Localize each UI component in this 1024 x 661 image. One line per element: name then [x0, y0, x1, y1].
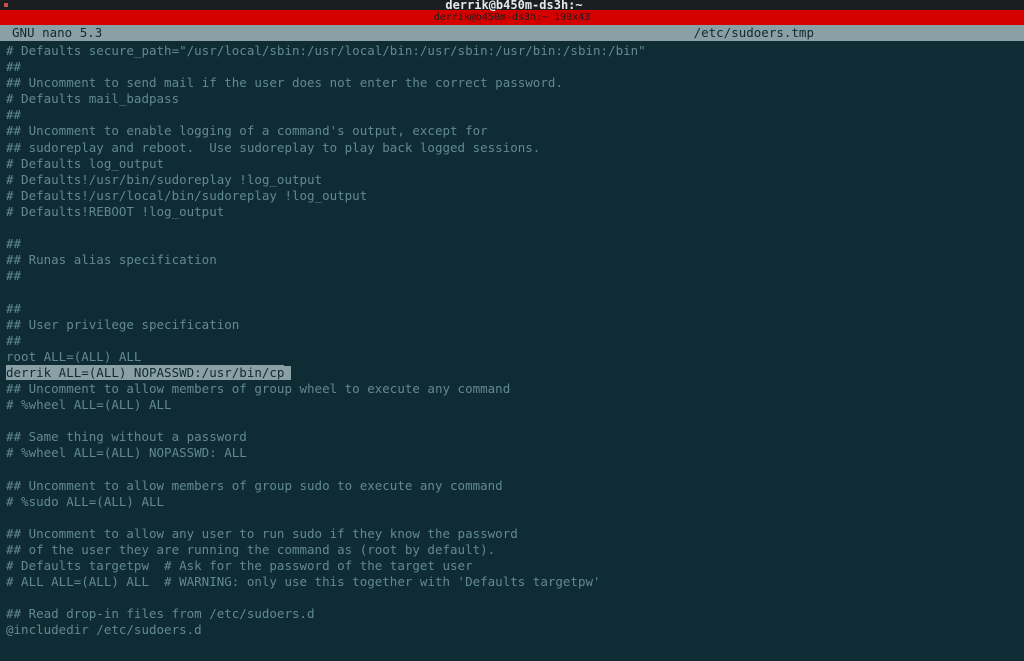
editor-line[interactable]: # %sudo ALL=(ALL) ALL — [6, 494, 1018, 510]
top-band: derrik@b450m-ds3h:~ 190x43 — [0, 10, 1024, 25]
nano-app-label: GNU nano 5.3 — [0, 25, 102, 41]
editor-line[interactable]: # Defaults!REBOOT !log_output — [6, 204, 1018, 220]
editor-line[interactable] — [6, 461, 1018, 477]
editor-viewport[interactable]: # Defaults secure_path="/usr/local/sbin:… — [0, 41, 1024, 638]
editor-line[interactable]: ## Same thing without a password — [6, 429, 1018, 445]
editor-line[interactable]: derrik ALL=(ALL) NOPASSWD:/usr/bin/cp — [6, 365, 1018, 381]
window-titlebar: derrik@b450m-ds3h:~ — [0, 0, 1024, 10]
editor-line[interactable]: ## Uncomment to allow any user to run su… — [6, 526, 1018, 542]
editor-line[interactable]: @includedir /etc/sudoers.d — [6, 622, 1018, 638]
nano-filename: /etc/sudoers.tmp — [694, 25, 1024, 41]
editor-line[interactable]: ## sudoreplay and reboot. Use sudoreplay… — [6, 140, 1018, 156]
editor-line[interactable] — [6, 284, 1018, 300]
editor-line[interactable]: # %wheel ALL=(ALL) ALL — [6, 397, 1018, 413]
editor-line[interactable]: # Defaults log_output — [6, 156, 1018, 172]
editor-line[interactable]: # %wheel ALL=(ALL) NOPASSWD: ALL — [6, 445, 1018, 461]
editor-line[interactable]: # Defaults!/usr/local/bin/sudoreplay !lo… — [6, 188, 1018, 204]
editor-line[interactable]: ## Uncomment to enable logging of a comm… — [6, 123, 1018, 139]
editor-line[interactable]: root ALL=(ALL) ALL — [6, 349, 1018, 365]
editor-line[interactable]: # Defaults secure_path="/usr/local/sbin:… — [6, 43, 1018, 59]
editor-line[interactable]: ## Uncomment to send mail if the user do… — [6, 75, 1018, 91]
editor-line[interactable]: ## Runas alias specification — [6, 252, 1018, 268]
editor-line[interactable]: ## Uncomment to allow members of group s… — [6, 478, 1018, 494]
editor-line[interactable]: ## — [6, 107, 1018, 123]
editor-line[interactable]: ## Uncomment to allow members of group w… — [6, 381, 1018, 397]
editor-line[interactable] — [6, 510, 1018, 526]
window-subtitle: derrik@b450m-ds3h:~ 190x43 — [434, 12, 591, 23]
window-title: derrik@b450m-ds3h:~ — [8, 0, 1020, 12]
editor-line[interactable]: # Defaults mail_badpass — [6, 91, 1018, 107]
editor-line[interactable]: # Defaults targetpw # Ask for the passwo… — [6, 558, 1018, 574]
editor-line[interactable]: ## — [6, 301, 1018, 317]
editor-line[interactable]: # ALL ALL=(ALL) ALL # WARNING: only use … — [6, 574, 1018, 590]
editor-line[interactable]: ## — [6, 268, 1018, 284]
editor-line[interactable]: ## Read drop-in files from /etc/sudoers.… — [6, 606, 1018, 622]
editor-line[interactable] — [6, 220, 1018, 236]
editor-line[interactable] — [6, 413, 1018, 429]
editor-line[interactable]: ## — [6, 59, 1018, 75]
editor-line[interactable] — [6, 590, 1018, 606]
editor-line[interactable]: ## of the user they are running the comm… — [6, 542, 1018, 558]
editor-line[interactable]: ## — [6, 333, 1018, 349]
highlighted-line[interactable]: derrik ALL=(ALL) NOPASSWD:/usr/bin/cp — [6, 365, 284, 380]
editor-line[interactable]: ## — [6, 236, 1018, 252]
editor-line[interactable]: # Defaults!/usr/bin/sudoreplay !log_outp… — [6, 172, 1018, 188]
nano-status-bar: GNU nano 5.3 /etc/sudoers.tmp — [0, 25, 1024, 41]
editor-line[interactable]: ## User privilege specification — [6, 317, 1018, 333]
text-cursor — [284, 366, 291, 380]
